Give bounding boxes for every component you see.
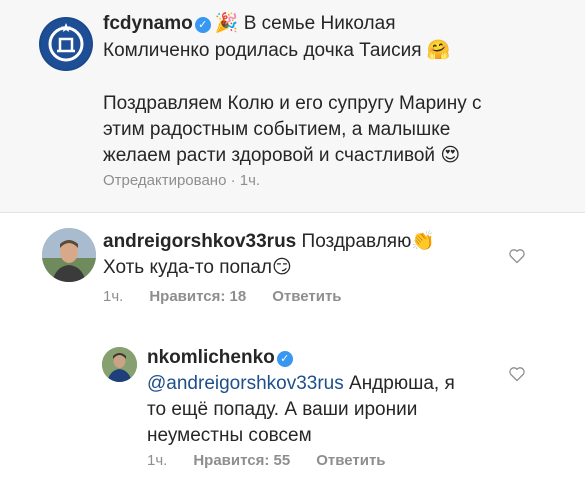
clap-emoji-icon: 👏 xyxy=(411,231,436,252)
reply1-meta: 1ч. Нравится: 55 Ответить xyxy=(147,452,412,469)
comment1-like-heart-icon[interactable] xyxy=(508,248,526,264)
edited-timestamp: Отредактировано · 1ч. xyxy=(103,172,261,189)
player-photo-icon xyxy=(102,347,137,382)
caption-text-5: желаем расти здоровой и счастливой xyxy=(103,145,436,166)
post-caption-line2: Комличенко родилась дочка Таисия 🤗 xyxy=(103,37,450,64)
fcdynamo-avatar[interactable] xyxy=(39,17,93,71)
divider xyxy=(0,212,585,213)
post-caption-line4: этим радостным событием, а малышке xyxy=(103,119,451,140)
post-caption-line1: fcdynamo ✓ 🎉 В семье Николая xyxy=(103,10,395,37)
comment1-text-1: Поздравляю xyxy=(301,231,412,252)
comment1-line1: andreigorshkov33rus Поздравляю👏 xyxy=(103,228,435,255)
reply1-like-heart-icon[interactable] xyxy=(508,366,526,382)
person-photo-icon xyxy=(42,228,96,282)
smirk-emoji-icon: 😏 xyxy=(272,257,292,278)
comment1-line2: Хоть куда-то попал😏 xyxy=(103,254,292,281)
heart-eyes-emoji-icon: 😍 xyxy=(440,145,461,166)
reply1-text-1: Андрюша, я xyxy=(349,373,455,394)
nkomlichenko-avatar[interactable] xyxy=(102,347,137,382)
reply1-time: 1ч. xyxy=(147,452,168,469)
comment1-username[interactable]: andreigorshkov33rus xyxy=(103,231,296,252)
comment1-time: 1ч. xyxy=(103,288,124,305)
comment1-meta: 1ч. Нравится: 18 Ответить xyxy=(103,288,368,305)
post-caption-line5: желаем расти здоровой и счастливой 😍 xyxy=(103,142,460,169)
hug-emoji-icon: 🤗 xyxy=(426,40,451,61)
reply1-username[interactable]: nkomlichenko xyxy=(147,347,275,368)
caption-text-1: В семье Николая xyxy=(243,13,396,34)
comment1-reply-button[interactable]: Ответить xyxy=(272,288,341,305)
reply1-likes[interactable]: Нравится: 55 xyxy=(193,452,290,469)
verified-icon: ✓ xyxy=(276,351,293,367)
verified-icon: ✓ xyxy=(194,17,211,33)
post-meta: Отредактировано · 1ч. xyxy=(103,172,286,189)
post-username[interactable]: fcdynamo xyxy=(103,13,193,34)
caption-text-2: Комличенко родилась дочка Таисия xyxy=(103,40,422,61)
reply1-line2: то ещё попаду. А ваши иронии xyxy=(147,399,418,420)
reply1-mention-link[interactable]: @andreigorshkov33rus xyxy=(147,373,344,394)
reply1-line1: @andreigorshkov33rus Андрюша, я xyxy=(147,370,455,397)
party-emoji-icon: 🎉 xyxy=(214,13,239,34)
reply1-line3: неуместны совсем xyxy=(147,425,312,446)
andreigorshkov-avatar[interactable] xyxy=(42,228,96,282)
reply1-username-line: nkomlichenko ✓ xyxy=(147,344,297,371)
reply1-reply-button[interactable]: Ответить xyxy=(316,452,385,469)
dynamo-logo-icon xyxy=(41,19,91,69)
comment1-text-2: Хоть куда-то попал xyxy=(103,257,272,278)
post-caption-line3: Поздравляем Колю и его супругу Марину с xyxy=(103,93,482,114)
comment1-likes[interactable]: Нравится: 18 xyxy=(149,288,246,305)
